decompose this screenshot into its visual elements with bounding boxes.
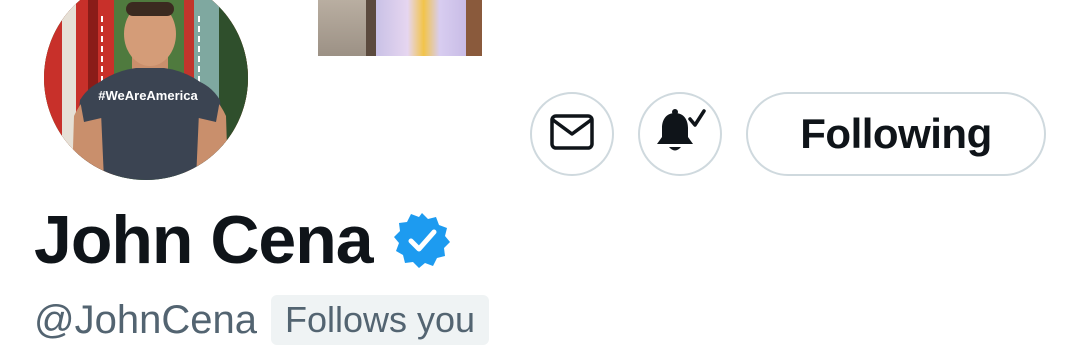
user-handle: @JohnCena (34, 297, 257, 342)
banner-image[interactable] (318, 0, 482, 56)
handle-row: @JohnCena Follows you (34, 294, 490, 346)
follows-you-badge: Follows you (270, 295, 490, 345)
following-button[interactable]: Following (746, 92, 1046, 176)
bell-check-icon (654, 107, 706, 162)
verified-badge-icon[interactable] (393, 211, 451, 269)
envelope-icon (549, 112, 595, 157)
notifications-button[interactable] (638, 92, 722, 176)
profile-header: #WeAreAmerica Following John Cena @JohnC… (0, 0, 1080, 360)
display-name: John Cena (34, 202, 374, 278)
avatar[interactable]: #WeAreAmerica (40, 0, 252, 184)
svg-text:#WeAreAmerica: #WeAreAmerica (98, 88, 198, 103)
message-button[interactable] (530, 92, 614, 176)
following-button-label: Following (800, 110, 992, 157)
name-row: John Cena (34, 200, 451, 280)
